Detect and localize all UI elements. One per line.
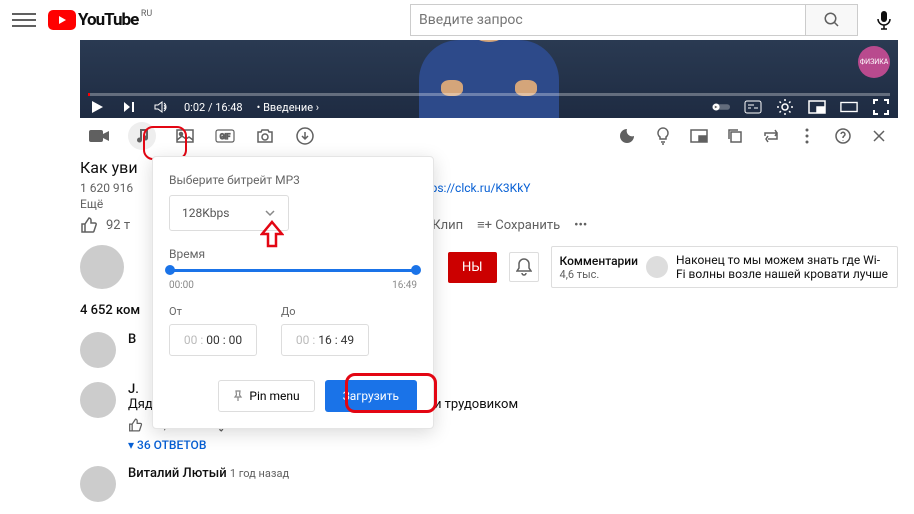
slider-end: 16:49 [392,280,417,291]
voice-search-icon[interactable] [866,2,902,38]
comment-avatar[interactable] [80,332,116,368]
comments-header[interactable]: Комментарии [560,254,638,268]
view-replies[interactable]: ▾ 36 ОТВЕТОВ [128,438,898,452]
camera-icon[interactable] [254,125,276,147]
comment-author[interactable]: Виталий Лютый [128,466,227,481]
slider-start: 00:00 [169,280,194,291]
time-display: 0:02 / 16:48 [184,101,243,114]
search-input[interactable] [410,4,806,36]
more-actions-icon[interactable]: ••• [574,218,587,233]
miniplayer-icon[interactable] [808,98,826,116]
chevron-down-icon [264,209,276,217]
settings-icon[interactable] [776,98,794,116]
featured-comment: Наконец то мы можем знать где Wi-Fi волн… [676,253,889,281]
bitrate-label: Выберите битрейт MP3 [169,173,417,187]
copy-icon[interactable] [724,125,746,147]
comment-avatar[interactable] [80,382,116,418]
like-icon[interactable] [128,418,143,432]
to-label: До [281,305,369,318]
channel-avatar[interactable] [80,245,124,289]
channel-badge: ФИЗИКА [858,46,890,78]
play-icon[interactable] [88,98,106,116]
from-input[interactable]: 00 : 00 : 00 [169,324,257,356]
youtube-logo[interactable]: YouTube RU [48,10,138,30]
fullscreen-icon[interactable] [872,98,890,116]
comment-time: 1 год назад [230,467,289,480]
save-button[interactable]: ≡+ Сохранить [477,217,560,233]
captions-icon[interactable] [744,98,762,116]
volume-icon[interactable] [152,98,170,116]
like-count: 92 т [106,218,130,233]
video-player[interactable]: ФИЗИКА 0:02 / 16:48 • Введение › [80,40,898,118]
svg-text:GIF: GIF [220,133,231,141]
next-icon[interactable] [120,98,138,116]
help-icon[interactable] [832,125,854,147]
subscribe-button[interactable]: НЫ [448,252,497,283]
pin-icon [233,390,243,402]
logo-text: YouTube [78,10,138,30]
hamburger-icon[interactable] [12,8,36,32]
bell-icon[interactable] [509,252,539,282]
time-slider[interactable] [169,269,417,272]
theater-icon[interactable] [840,98,858,116]
to-input[interactable]: 00 : 16 : 49 [281,324,369,356]
pin-menu-button[interactable]: Pin menu [218,380,314,412]
loop-icon[interactable] [760,125,782,147]
more-vertical-icon[interactable] [796,125,818,147]
chapter-label[interactable]: • Введение › [257,101,319,114]
close-icon[interactable] [868,125,890,147]
gif-icon[interactable]: GIF [214,125,236,147]
comments-count-small: 4,6 тыс. [560,268,638,281]
image-icon[interactable] [174,125,196,147]
time-range-label: Время [169,247,417,261]
search-button[interactable] [806,4,858,36]
like-icon[interactable] [80,217,98,233]
music-download-icon[interactable] [128,122,156,150]
autoplay-toggle[interactable] [712,98,730,116]
download-icon[interactable] [294,125,316,147]
pip-icon[interactable] [688,125,710,147]
featured-avatar [646,256,668,278]
logo-region: RU [141,9,152,19]
download-button[interactable]: Загрузить [325,380,417,412]
bulb-icon[interactable] [652,125,674,147]
from-label: От [169,305,257,318]
bitrate-dropdown[interactable]: 128Kbps [169,195,289,231]
video-download-icon[interactable] [88,125,110,147]
view-count: 1 620 916 [80,181,133,195]
mp3-download-popup: Выберите битрейт MP3 128Kbps Время 00:00… [152,156,434,429]
comment-avatar[interactable] [80,466,116,502]
moon-icon[interactable] [616,125,638,147]
